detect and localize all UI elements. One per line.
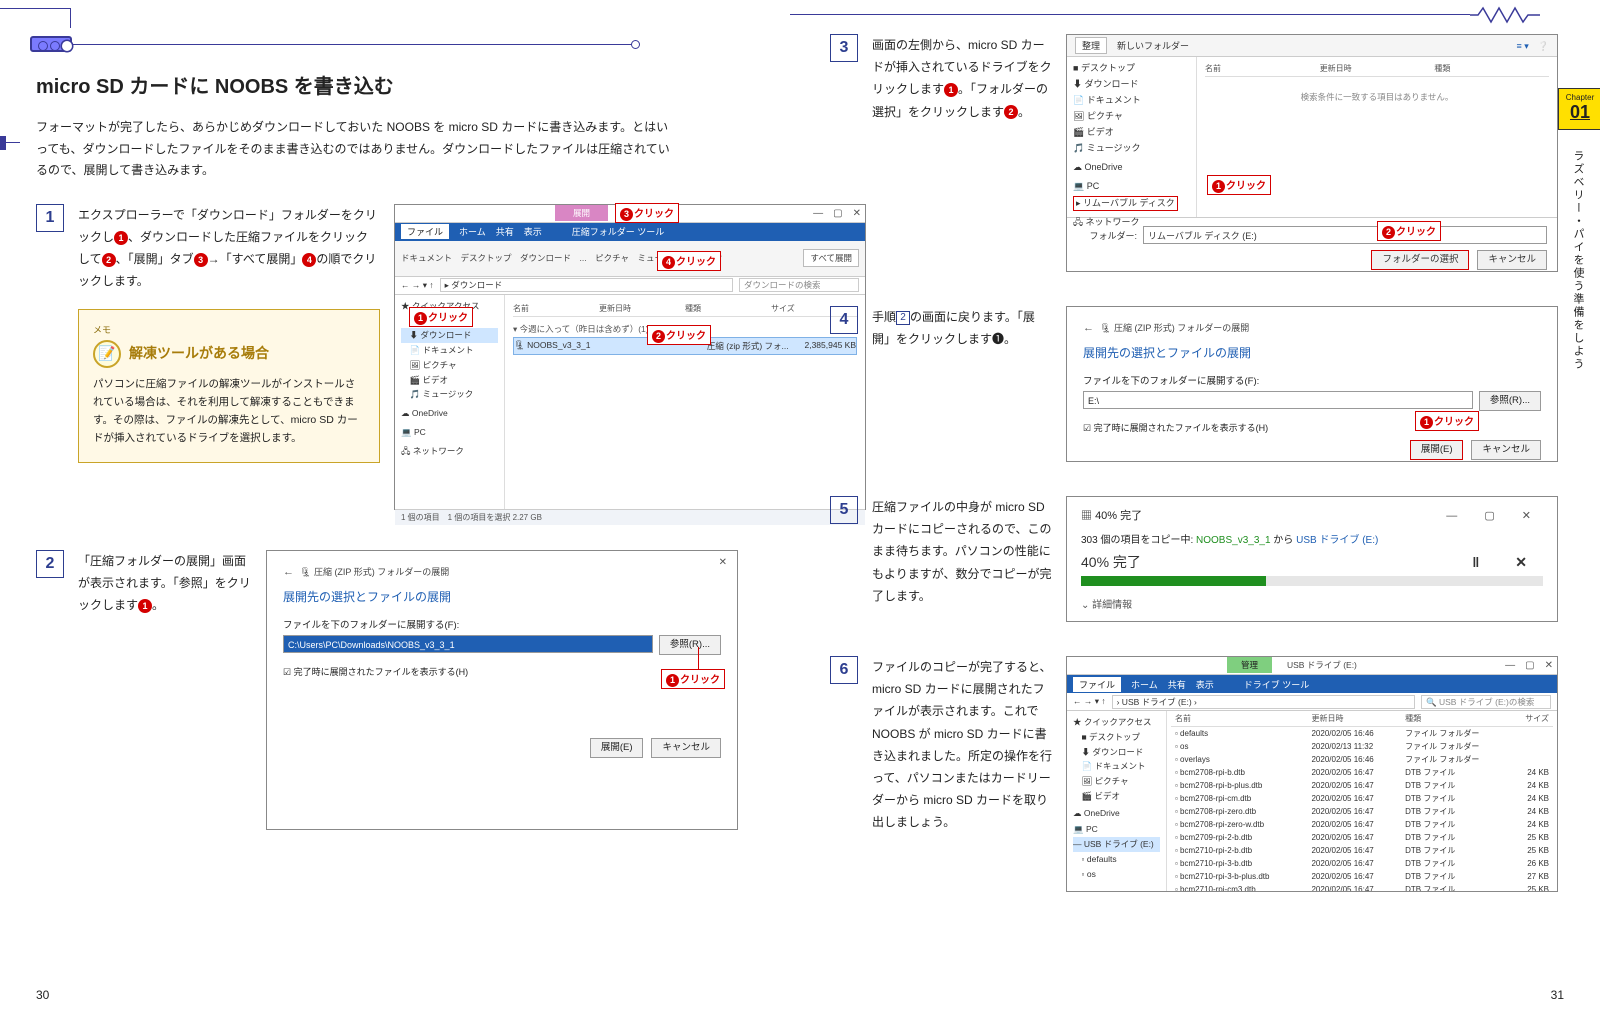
table-row[interactable]: ▫ bcm2708-rpi-cm.dtb2020/02/05 16:47DTB … bbox=[1171, 792, 1553, 805]
details-toggle[interactable]: ⌄ 詳細情報 bbox=[1081, 596, 1543, 611]
extract-button[interactable]: 展開(E) bbox=[590, 738, 644, 758]
progress-bar bbox=[1081, 576, 1543, 586]
ribbon-toolbar: ドキュメント デスクトップ ダウンロード ... ピクチャ ミュージック ビデオ… bbox=[395, 241, 865, 277]
callout-1: 1クリック bbox=[1415, 411, 1479, 431]
chapter-tab: Chapter 01 bbox=[1558, 88, 1600, 130]
table-row[interactable]: ▫ bcm2710-rpi-cm3.dtb2020/02/05 16:47DTB… bbox=[1171, 883, 1553, 891]
decorative-circle bbox=[631, 40, 640, 49]
status-bar: 1 個の項目 1 個の項目を選択 2.27 GB bbox=[395, 509, 865, 525]
decorative-line bbox=[0, 136, 6, 150]
decorative-line bbox=[70, 8, 71, 28]
step-number: 4 bbox=[830, 306, 858, 334]
contextual-tab: 展開 bbox=[555, 205, 608, 221]
table-row[interactable]: ▫ bcm2710-rpi-3-b-plus.dtb2020/02/05 16:… bbox=[1171, 870, 1553, 883]
file-table[interactable]: 名前更新日時種類サイズ ▫ defaults2020/02/05 16:46ファ… bbox=[1171, 711, 1553, 891]
browse-button[interactable]: 参照(R)... bbox=[659, 635, 721, 655]
extract-dialog: ←🗜 圧縮 (ZIP 形式) フォルダーの展開 展開先の選択とファイルの展開 フ… bbox=[1066, 306, 1558, 462]
folder-input[interactable]: リムーバブル ディスク (E:) bbox=[1143, 226, 1547, 244]
extract-dialog: ✕ ←🗜 圧縮 (ZIP 形式) フォルダーの展開 展開先の選択とファイルの展開… bbox=[266, 550, 738, 830]
callout-2: 2クリック bbox=[647, 325, 711, 345]
callout-2: 2クリック bbox=[1377, 221, 1441, 241]
page-number-left: 30 bbox=[36, 988, 49, 1002]
step-2: 2 「圧縮フォルダーの展開」画面が表示されます。「参照」をクリックします1。 ✕… bbox=[36, 550, 772, 830]
step-number: 6 bbox=[830, 656, 858, 684]
table-row[interactable]: ▫ bcm2710-rpi-3-b.dtb2020/02/05 16:47DTB… bbox=[1171, 857, 1553, 870]
nav-tree[interactable]: ★ クイックアクセス ■ デスクトップ ⬇ ダウンロード 📄 ドキュメント 🖼 … bbox=[1067, 711, 1167, 891]
note-icon: 📝 bbox=[93, 340, 121, 368]
step-1: 1 エクスプローラーで「ダウンロード」フォルダーをクリックし1、ダウンロードした… bbox=[36, 204, 772, 510]
callout-3: 3クリック bbox=[615, 203, 679, 223]
memo-eyebrow: メモ bbox=[93, 322, 365, 339]
step-number: 3 bbox=[830, 34, 858, 62]
decorative-line bbox=[0, 8, 70, 9]
table-row[interactable]: ▫ os2020/02/13 11:32ファイル フォルダー bbox=[1171, 740, 1553, 753]
table-row[interactable]: ▫ bcm2708-rpi-zero-w.dtb2020/02/05 16:47… bbox=[1171, 818, 1553, 831]
progress-window: ▦ 40% 完了 — ▢ ✕ 303 個の項目をコピー中: NOOBS_v3_3… bbox=[1066, 496, 1558, 622]
select-folder-button[interactable]: フォルダーの選択 bbox=[1371, 250, 1469, 270]
explorer-window: 管理 USB ドライブ (E:) —▢✕ ファイル ホーム 共有 表示 ドライブ… bbox=[1066, 656, 1558, 892]
nav-tree[interactable]: ★ クイックアクセス ■ デスクトップ ⬇ ダウンロード 📄 ドキュメント 🖼 … bbox=[395, 295, 505, 509]
step-text: エクスプローラーで「ダウンロード」フォルダーをクリックし1、ダウンロードした圧縮… bbox=[78, 204, 380, 510]
step-number: 5 bbox=[830, 496, 858, 524]
lead-paragraph: フォーマットが完了したら、あらかじめダウンロードしておいた NOOBS を mi… bbox=[36, 117, 676, 182]
step-number: 1 bbox=[36, 204, 64, 232]
chip-icon bbox=[30, 36, 72, 52]
browse-button[interactable]: 参照(R)... bbox=[1479, 391, 1541, 411]
callout-1: 1クリック bbox=[661, 669, 725, 689]
step-4: 4 手順2の画面に戻ります。「展開」をクリックします❶。 ←🗜 圧縮 (ZIP … bbox=[830, 306, 1570, 462]
nav-tree[interactable]: ■ デスクトップ ⬇ ダウンロード 📄 ドキュメント 🖼 ピクチャ 🎬 ビデオ … bbox=[1067, 57, 1197, 217]
ribbon: ファイル ホーム 共有 表示 圧縮フォルダー ツール bbox=[395, 223, 865, 241]
path-input[interactable]: E:\ bbox=[1083, 391, 1473, 409]
ribbon: ファイル ホーム 共有 表示 ドライブ ツール bbox=[1067, 675, 1557, 693]
memo-box: メモ 📝 解凍ツールがある場合 パソコンに圧縮ファイルの解凍ツールがインストール… bbox=[78, 309, 380, 463]
step-text: 手順2の画面に戻ります。「展開」をクリックします❶。 bbox=[872, 306, 1052, 462]
new-folder-button[interactable]: 新しいフォルダー bbox=[1117, 39, 1189, 52]
page-number-right: 31 bbox=[1551, 988, 1564, 1002]
window-titlebar: 管理 USB ドライブ (E:) —▢✕ bbox=[1067, 657, 1557, 675]
cancel-button[interactable]: キャンセル bbox=[1477, 250, 1547, 270]
decorative-line bbox=[72, 44, 632, 45]
path-input[interactable]: C:\Users\PC\Downloads\NOOBS_v3_3_1 bbox=[283, 635, 653, 653]
organize-button[interactable]: 整理 bbox=[1075, 37, 1107, 54]
callout-4: 4クリック bbox=[657, 251, 721, 271]
step-number: 2 bbox=[36, 550, 64, 578]
step-5: 5 圧縮ファイルの中身が micro SD カードにコピーされるので、このまま待… bbox=[830, 496, 1570, 622]
step-text: 圧縮ファイルの中身が micro SD カードにコピーされるので、このまま待ちま… bbox=[872, 496, 1052, 622]
step-3: 3 画面の左側から、micro SD カードが挿入されているドライブをクリックし… bbox=[830, 34, 1570, 272]
progress-subtext: 303 個の項目をコピー中: NOOBS_v3_3_1 から USB ドライブ … bbox=[1081, 531, 1543, 546]
dialog-title: 展開先の選択とファイルの展開 bbox=[1083, 344, 1541, 361]
memo-title: 📝 解凍ツールがある場合 bbox=[93, 340, 365, 368]
table-row[interactable]: ▫ bcm2708-rpi-b-plus.dtb2020/02/05 16:47… bbox=[1171, 779, 1553, 792]
removable-drive[interactable]: ▸ リムーバブル ディスク bbox=[1073, 196, 1178, 212]
browse-dialog: 整理 新しいフォルダー ≡ ▾ ❔ ■ デスクトップ ⬇ ダウンロード 📄 ドキ… bbox=[1066, 34, 1558, 272]
table-row[interactable]: ▫ bcm2708-rpi-b.dtb2020/02/05 16:47DTB フ… bbox=[1171, 766, 1553, 779]
table-row[interactable]: ▫ bcm2710-rpi-2-b.dtb2020/02/05 16:47DTB… bbox=[1171, 844, 1553, 857]
table-row[interactable]: ▫ bcm2709-rpi-2-b.dtb2020/02/05 16:47DTB… bbox=[1171, 831, 1553, 844]
memo-body: パソコンに圧縮ファイルの解凍ツールがインストールされている場合は、それを利用して… bbox=[93, 376, 365, 447]
step-text: 画面の左側から、micro SD カードが挿入されているドライブをクリックします… bbox=[872, 34, 1052, 272]
show-files-checkbox[interactable]: ☑ 完了時に展開されたファイルを表示する(H) bbox=[283, 665, 721, 678]
dialog-title: 展開先の選択とファイルの展開 bbox=[283, 588, 721, 605]
explorer-window: —▢✕ 展開 ファイル ホーム 共有 表示 圧縮フォルダー ツール ドキュメント… bbox=[394, 204, 866, 510]
step-6: 6 ファイルのコピーが完了すると、micro SD カードに展開されたファイルが… bbox=[830, 656, 1570, 892]
cancel-button[interactable]: キャンセル bbox=[1471, 440, 1541, 460]
decorative-line bbox=[790, 14, 1470, 15]
resistor-icon bbox=[1470, 6, 1540, 24]
callout-1: 1クリック bbox=[409, 307, 473, 327]
section-title: micro SD カードに NOOBS を書き込む bbox=[36, 70, 772, 99]
table-row[interactable]: ▫ bcm2708-rpi-zero.dtb2020/02/05 16:47DT… bbox=[1171, 805, 1553, 818]
extract-button[interactable]: 展開(E) bbox=[1410, 440, 1464, 460]
table-row[interactable]: ▫ defaults2020/02/05 16:46ファイル フォルダー bbox=[1171, 727, 1553, 741]
step-text: 「圧縮フォルダーの展開」画面が表示されます。「参照」をクリックします1。 bbox=[78, 550, 252, 830]
table-row[interactable]: ▫ overlays2020/02/05 16:46ファイル フォルダー bbox=[1171, 753, 1553, 766]
callout-1: 1クリック bbox=[1207, 175, 1271, 195]
step-text: ファイルのコピーが完了すると、micro SD カードに展開されたファイルが表示… bbox=[872, 656, 1052, 892]
empty-label: 検索条件に一致する項目はありません。 bbox=[1205, 91, 1549, 103]
cancel-button[interactable]: キャンセル bbox=[651, 738, 721, 758]
sidebar-caption: ラズベリー・パイを使う準備をしよう bbox=[1568, 150, 1586, 371]
